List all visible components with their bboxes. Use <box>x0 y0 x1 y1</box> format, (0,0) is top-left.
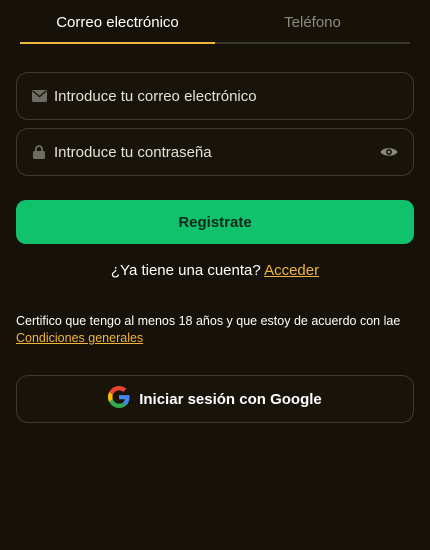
eye-icon[interactable] <box>379 142 399 162</box>
google-signin-label: Iniciar sesión con Google <box>139 390 322 408</box>
login-link[interactable]: Acceder <box>264 262 319 279</box>
terms-notice: Certifico que tengo al menos 18 años y q… <box>16 313 416 347</box>
email-field[interactable] <box>16 72 414 120</box>
auth-method-tabs: Correo electrónico Teléfono <box>20 6 410 44</box>
login-prompt: ¿Ya tiene una cuenta? Acceder <box>0 262 430 279</box>
signup-page: Correo electrónico Teléfono Reg <box>0 0 430 550</box>
tab-email[interactable]: Correo electrónico <box>20 6 215 44</box>
envelope-icon <box>31 88 47 104</box>
google-icon <box>108 385 130 413</box>
email-input[interactable] <box>54 87 399 105</box>
google-signin-button[interactable]: Iniciar sesión con Google <box>16 375 414 423</box>
register-button[interactable]: Registrate <box>16 200 414 244</box>
login-prompt-text: ¿Ya tiene una cuenta? <box>110 262 265 279</box>
terms-link[interactable]: Condiciones generales <box>16 330 143 347</box>
terms-text: Certifico que tengo al menos 18 años y q… <box>16 314 401 328</box>
lock-icon <box>31 144 47 160</box>
tab-phone[interactable]: Teléfono <box>215 6 410 42</box>
password-field[interactable] <box>16 128 414 176</box>
password-input[interactable] <box>54 143 379 161</box>
